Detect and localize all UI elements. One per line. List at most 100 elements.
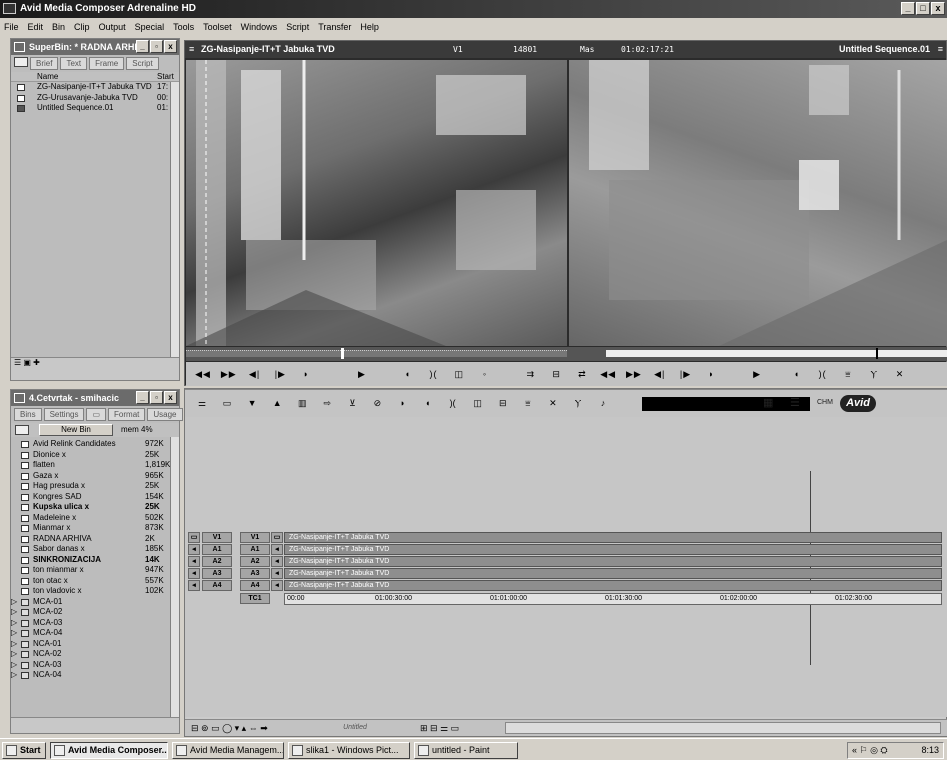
- close-icon[interactable]: ✕: [542, 390, 564, 416]
- menu-icon[interactable]: ≡: [938, 41, 943, 58]
- tab-text[interactable]: Text: [60, 57, 88, 70]
- tab-bins[interactable]: Bins: [14, 408, 42, 421]
- superbin-maximize-button[interactable]: ▫: [150, 40, 163, 53]
- taskbar-item-avid-composer[interactable]: Avid Media Composer...: [50, 742, 168, 759]
- clear-marks-icon[interactable]: ◫: [467, 390, 489, 416]
- step-forward-icon[interactable]: |▶: [269, 362, 291, 386]
- folder-item[interactable]: ▷ NCA-03: [11, 660, 179, 671]
- folder-item[interactable]: ▷ MCA-04: [11, 628, 179, 639]
- source-clip-name[interactable]: ZG-Nasipanje-IT+T Jabuka TVD: [201, 41, 335, 58]
- track-speaker-icon[interactable]: ◂: [188, 580, 200, 591]
- folder-item[interactable]: ▷ NCA-01: [11, 639, 179, 650]
- close-icon[interactable]: ✕: [889, 362, 911, 386]
- expand-triangle-icon[interactable]: ▷: [11, 670, 17, 681]
- overwrite-icon[interactable]: ⊟: [546, 362, 568, 386]
- list-item[interactable]: Kupska ulica x 25K: [11, 502, 179, 513]
- fast-menu-icon[interactable]: [15, 425, 29, 435]
- folder-item[interactable]: ▷ MCA-03: [11, 618, 179, 629]
- extract-icon[interactable]: ⩸: [837, 362, 859, 386]
- clear-marks-icon[interactable]: ◦: [474, 362, 496, 386]
- record-track-a4[interactable]: A4: [240, 580, 270, 591]
- list-item[interactable]: Dionice x 25K: [11, 450, 179, 461]
- monitor-icon[interactable]: ▭: [216, 390, 238, 416]
- tray-icons[interactable]: « ⚐ ◎ ⛭: [852, 745, 888, 755]
- tab-script[interactable]: Script: [126, 57, 159, 70]
- source-track-a3[interactable]: A3: [202, 568, 232, 579]
- play-reverse-icon[interactable]: ◗: [295, 362, 317, 386]
- menu-special[interactable]: Special: [135, 22, 165, 32]
- folder-item[interactable]: ▷ NCA-02: [11, 649, 179, 660]
- expand-triangle-icon[interactable]: ▷: [11, 607, 17, 618]
- mark-in-icon[interactable]: ◖: [417, 390, 439, 416]
- folder-item[interactable]: ▷ MCA-02: [11, 607, 179, 618]
- menu-windows[interactable]: Windows: [241, 22, 278, 32]
- rewind-icon[interactable]: ◀◀: [192, 362, 214, 386]
- mark-in-icon[interactable]: ◖: [397, 362, 419, 386]
- list-item[interactable]: Kongres SAD 154K: [11, 492, 179, 503]
- clip-segment-a4[interactable]: ZG-Nasipanje-IT+T Jabuka TVD: [284, 580, 942, 591]
- project-minimize-button[interactable]: _: [136, 391, 149, 404]
- track-speaker-icon[interactable]: ◂: [188, 556, 200, 567]
- menu-clip[interactable]: Clip: [74, 22, 90, 32]
- tab-info[interactable]: ▭: [86, 408, 107, 421]
- project-scrollbar[interactable]: [170, 437, 179, 717]
- expand-triangle-icon[interactable]: ▷: [11, 660, 17, 671]
- maximize-button[interactable]: □: [916, 2, 930, 15]
- list-item[interactable]: Untitled Sequence.01 01:: [11, 103, 179, 114]
- list-item[interactable]: Mianmar x 873K: [11, 523, 179, 534]
- minimize-button[interactable]: _: [901, 2, 915, 15]
- track-display[interactable]: V1: [453, 41, 463, 58]
- start-button[interactable]: Start: [2, 742, 46, 759]
- play-icon[interactable]: ▶: [746, 362, 768, 386]
- source-track-a1[interactable]: A1: [202, 544, 232, 555]
- list-item[interactable]: Sabor danas x 185K: [11, 544, 179, 555]
- lift-segment-icon[interactable]: ⇨: [316, 390, 338, 416]
- menu-tools[interactable]: Tools: [173, 22, 194, 32]
- track-speaker-icon[interactable]: ◂: [188, 568, 200, 579]
- expand-triangle-icon[interactable]: ▷: [11, 597, 17, 608]
- project-maximize-button[interactable]: ▫: [150, 391, 163, 404]
- step-back-icon[interactable]: ◀|: [649, 362, 671, 386]
- source-track-a2[interactable]: A2: [202, 556, 232, 567]
- tab-frame[interactable]: Frame: [89, 57, 125, 70]
- expand-triangle-icon[interactable]: ▷: [11, 618, 17, 629]
- track-speaker-icon[interactable]: ◂: [271, 544, 283, 555]
- fast-menu-icon[interactable]: ☰ ▣ ✚: [14, 358, 40, 367]
- record-monitor-image[interactable]: [569, 60, 947, 346]
- add-edit-icon[interactable]: Ⲩ: [567, 390, 589, 416]
- project-close-button[interactable]: x: [164, 391, 177, 404]
- superbin-minimize-button[interactable]: _: [136, 40, 149, 53]
- splice-icon[interactable]: ⇉: [520, 362, 542, 386]
- taskbar-item-picture-viewer[interactable]: slika1 - Windows Pict...: [288, 742, 410, 759]
- track-monitor-icon[interactable]: ▭: [188, 532, 200, 543]
- mark-out-icon[interactable]: ◗: [392, 390, 414, 416]
- chm-icon[interactable]: CHM: [817, 390, 833, 416]
- track-speaker-icon[interactable]: ◂: [271, 580, 283, 591]
- menu-edit[interactable]: Edit: [28, 22, 44, 32]
- source-position-indicator[interactable]: [341, 348, 344, 359]
- track-speaker-icon[interactable]: ◂: [271, 568, 283, 579]
- menu-script[interactable]: Script: [286, 22, 309, 32]
- project-hscrollbar[interactable]: [11, 717, 179, 731]
- new-bin-button[interactable]: New Bin: [39, 424, 113, 436]
- record-position-indicator[interactable]: [876, 348, 878, 359]
- timeline-info-field[interactable]: [642, 397, 810, 411]
- expand-triangle-icon[interactable]: ▷: [11, 628, 17, 639]
- source-track-v1[interactable]: V1: [202, 532, 232, 543]
- record-track-a1[interactable]: A1: [240, 544, 270, 555]
- expand-triangle-icon[interactable]: ▷: [11, 649, 17, 660]
- timecode-track-label[interactable]: TC1: [240, 593, 270, 604]
- step-back-icon[interactable]: ◀|: [244, 362, 266, 386]
- step-forward-icon[interactable]: |▶: [675, 362, 697, 386]
- mark-clip-icon[interactable]: )(: [812, 362, 834, 386]
- mark-out-icon[interactable]: ◫: [448, 362, 470, 386]
- record-track-a2[interactable]: A2: [240, 556, 270, 567]
- clip-segment-a1[interactable]: ZG-Nasipanje-IT+T Jabuka TVD: [284, 544, 942, 555]
- list-item[interactable]: Madeleine x 502K: [11, 513, 179, 524]
- clip-segment-a2[interactable]: ZG-Nasipanje-IT+T Jabuka TVD: [284, 556, 942, 567]
- menu-file[interactable]: File: [4, 22, 19, 32]
- superbin-close-button[interactable]: x: [164, 40, 177, 53]
- list-item[interactable]: flatten 1,819K: [11, 460, 179, 471]
- close-button[interactable]: x: [931, 2, 945, 15]
- tab-format[interactable]: Format: [108, 408, 146, 421]
